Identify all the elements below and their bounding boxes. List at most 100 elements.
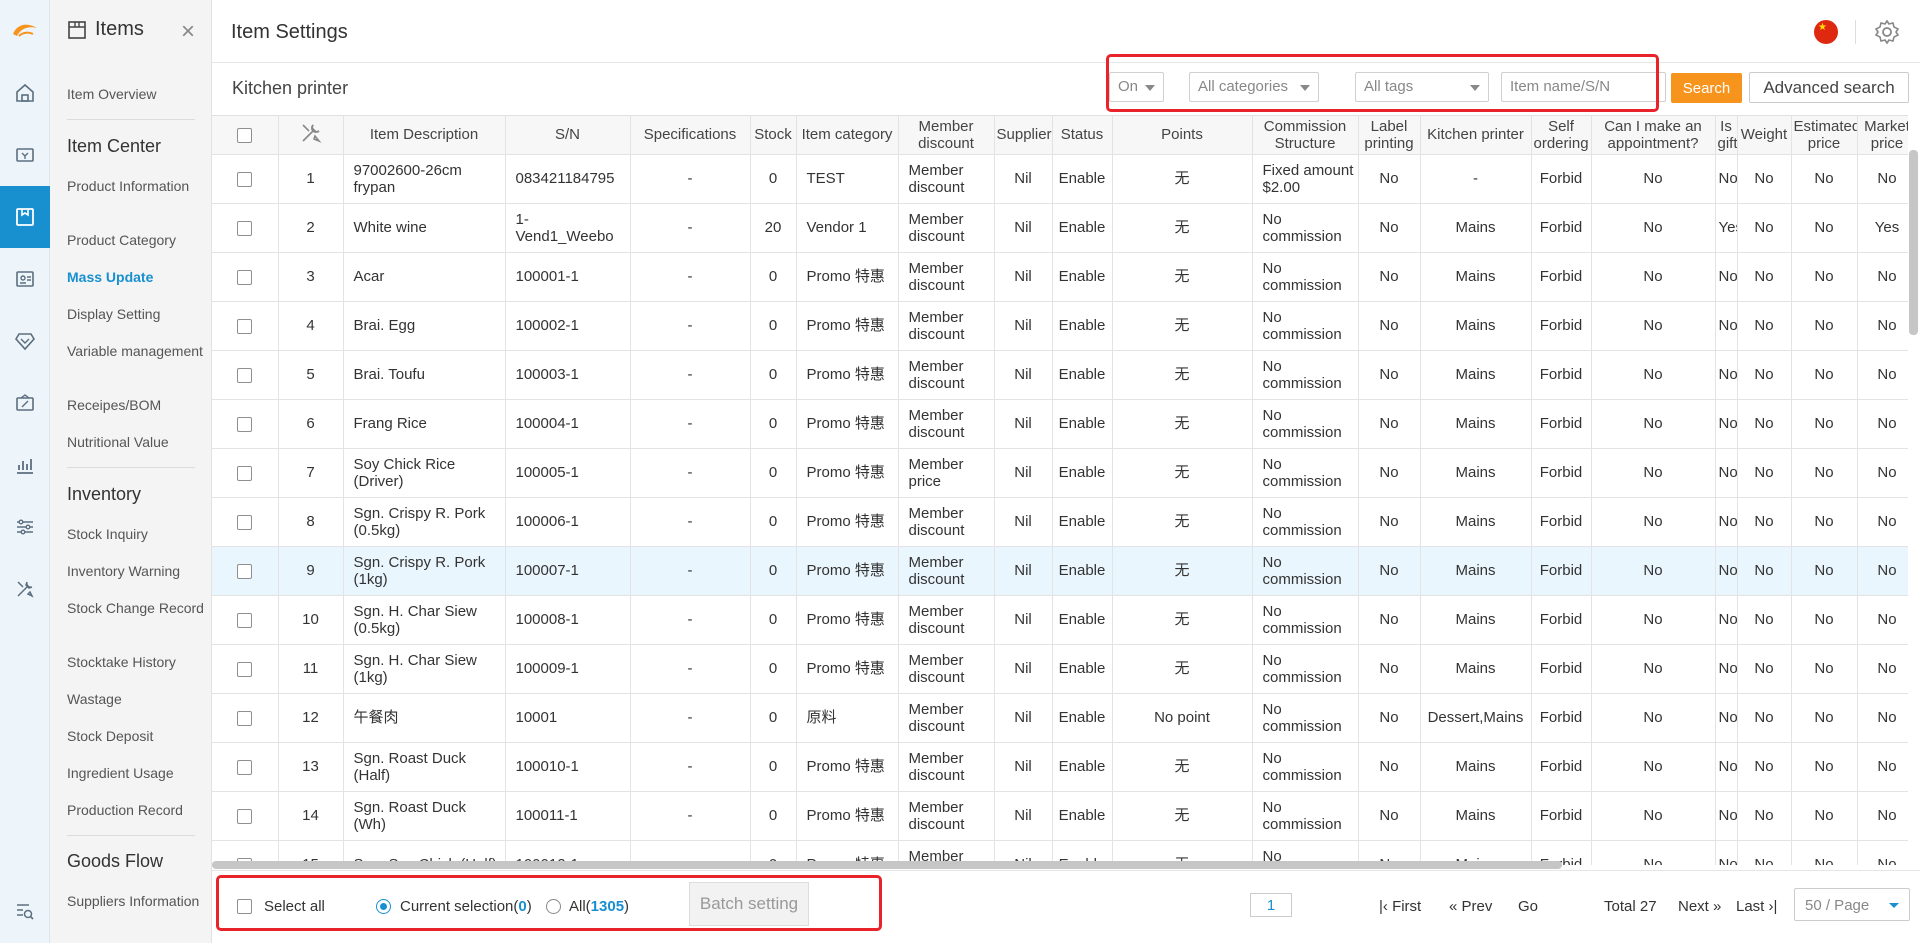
wrench-icon[interactable] bbox=[300, 122, 322, 144]
report-chart-icon[interactable] bbox=[0, 434, 50, 496]
divider bbox=[67, 119, 195, 120]
table-row[interactable]: 8 Sgn. Crispy R. Pork (0.5kg) 100006-1-0 Pr… bbox=[212, 497, 1908, 547]
table-row[interactable]: 7 Soy Chick Rice (Driver) 100005-1-0 Promo … bbox=[212, 448, 1908, 498]
table-cell: 100002-1 bbox=[505, 301, 631, 351]
table-row[interactable]: 13 Sgn. Roast Duck (Half) 100010-1-0 Promo … bbox=[212, 742, 1908, 792]
app-logo-icon[interactable] bbox=[0, 0, 50, 62]
row-checkbox[interactable] bbox=[237, 661, 253, 677]
nav-item-mass-update[interactable]: Mass Update bbox=[67, 269, 207, 286]
nav-item-stock-inquiry[interactable]: Stock Inquiry bbox=[67, 526, 207, 543]
items-icon[interactable] bbox=[0, 186, 50, 248]
status-select[interactable]: On bbox=[1109, 72, 1164, 102]
nav-item-stock-change-record[interactable]: Stock Change Record bbox=[67, 600, 207, 617]
vertical-scrollbar[interactable] bbox=[1909, 150, 1918, 335]
sliders-icon[interactable] bbox=[0, 496, 50, 558]
row-checkbox[interactable] bbox=[237, 563, 253, 579]
table-row[interactable]: 4 Brai. Egg 100002-1-0 Promo 特惠 Member disco… bbox=[212, 301, 1908, 351]
page-number-input[interactable]: 1 bbox=[1250, 893, 1292, 917]
table-cell: No bbox=[1591, 644, 1716, 694]
nav-item-stock-deposit[interactable]: Stock Deposit bbox=[67, 728, 207, 745]
table-cell: No point bbox=[1112, 693, 1253, 743]
category-select[interactable]: All categories bbox=[1189, 72, 1319, 102]
cashier-icon[interactable] bbox=[0, 124, 50, 186]
table-cell: 100005-1 bbox=[505, 448, 631, 498]
tools-icon[interactable] bbox=[0, 558, 50, 620]
prev-page-link[interactable]: « Prev bbox=[1449, 898, 1492, 916]
nav-item-display-setting[interactable]: Display Setting bbox=[67, 306, 207, 323]
table-row[interactable]: 5 Brai. Toufu 100003-1-0 Promo 特惠 Member dis… bbox=[212, 350, 1908, 400]
nav-item-wastage[interactable]: Wastage bbox=[67, 691, 207, 708]
row-checkbox[interactable] bbox=[237, 710, 253, 726]
header-checkbox[interactable] bbox=[237, 127, 253, 143]
table-row[interactable]: 2 White wine 1-Vend1_Weebo -20 Vendor 1 Membe… bbox=[212, 203, 1908, 253]
select-all-checkbox[interactable] bbox=[237, 899, 252, 914]
nav-item-inventory-warning[interactable]: Inventory Warning bbox=[67, 563, 207, 580]
current-selection-radio[interactable] bbox=[376, 899, 391, 914]
first-page-link[interactable]: |‹ First bbox=[1379, 898, 1421, 916]
table-row[interactable]: 11 Sgn. H. Char Siew (1kg) 100009-1-0 Promo… bbox=[212, 644, 1908, 694]
nav-item-product-information[interactable]: Product Information bbox=[67, 178, 207, 195]
last-page-link[interactable]: Last ›| bbox=[1736, 898, 1777, 916]
table-cell: 0 bbox=[750, 595, 797, 645]
nav-item-ingredient-usage[interactable]: Ingredient Usage bbox=[67, 765, 207, 782]
row-checkbox[interactable] bbox=[237, 171, 253, 187]
nav-item-suppliers-information[interactable]: Suppliers Information bbox=[67, 893, 207, 910]
nav-item-production-record[interactable]: Production Record bbox=[67, 802, 207, 819]
table-cell: Sgn. H. Char Siew (1kg) bbox=[343, 644, 506, 694]
row-checkbox[interactable] bbox=[237, 367, 253, 383]
home-icon[interactable] bbox=[0, 62, 50, 124]
table-cell: Member discount bbox=[898, 399, 995, 449]
close-icon[interactable]: × bbox=[181, 20, 195, 44]
table-row[interactable]: 9 Sgn. Crispy R. Pork (1kg) 100007-1-0 Prom… bbox=[212, 546, 1908, 596]
table-cell: 10001 bbox=[505, 693, 631, 743]
row-checkbox[interactable] bbox=[237, 465, 253, 481]
batch-setting-button[interactable]: Batch setting bbox=[689, 882, 809, 926]
china-flag-icon[interactable]: ★ bbox=[1814, 20, 1838, 44]
tags-select[interactable]: All tags bbox=[1355, 72, 1489, 102]
row-checkbox[interactable] bbox=[237, 269, 253, 285]
select-all-label[interactable]: Select all bbox=[264, 898, 325, 916]
gear-icon[interactable] bbox=[1874, 19, 1900, 45]
search-button[interactable]: Search bbox=[1671, 73, 1742, 103]
diamond-icon[interactable] bbox=[0, 310, 50, 372]
table-row[interactable]: 14 Sgn. Roast Duck (Wh) 100011-1-0 Promo 特惠… bbox=[212, 791, 1908, 841]
nav-item-nutritional-value[interactable]: Nutritional Value bbox=[67, 434, 207, 451]
all-label[interactable]: All(1305) bbox=[569, 898, 629, 916]
status-select-value: On bbox=[1118, 78, 1139, 95]
table-row[interactable]: 10 Sgn. H. Char Siew (0.5kg) 100008-1-0 Pro… bbox=[212, 595, 1908, 645]
row-checkbox[interactable] bbox=[237, 612, 253, 628]
nav-item-receipes-bom[interactable]: Receipes/BOM bbox=[67, 397, 207, 414]
nav-item-overview[interactable]: Item Overview bbox=[67, 86, 207, 103]
current-selection-label[interactable]: Current selection(0) bbox=[400, 898, 532, 916]
nav-item-product-category[interactable]: Product Category bbox=[67, 232, 207, 249]
row-checkbox[interactable] bbox=[237, 220, 253, 236]
member-card-icon[interactable] bbox=[0, 248, 50, 310]
horizontal-scrollbar[interactable] bbox=[212, 861, 1562, 869]
table-cell: Enable bbox=[1052, 399, 1113, 449]
promotion-icon[interactable] bbox=[0, 372, 50, 434]
table-cell: 0 bbox=[750, 546, 797, 596]
column-header: Status bbox=[1052, 116, 1113, 155]
row-checkbox[interactable] bbox=[237, 318, 253, 334]
table-cell: - bbox=[630, 350, 751, 400]
search-list-icon[interactable] bbox=[0, 880, 50, 942]
per-page-select[interactable]: 50 / Page bbox=[1794, 888, 1910, 921]
column-header: Points bbox=[1112, 116, 1253, 155]
search-input[interactable]: Item name/S/N bbox=[1501, 72, 1666, 102]
table-row[interactable]: 1 97002600-26cm frypan 083421184795-0 TEST M… bbox=[212, 154, 1908, 204]
table-row[interactable]: 6 Frang Rice 100004-1-0 Promo 特惠 Member disc… bbox=[212, 399, 1908, 449]
row-checkbox[interactable] bbox=[237, 514, 253, 530]
all-radio[interactable] bbox=[546, 899, 561, 914]
row-checkbox[interactable] bbox=[237, 808, 253, 824]
table-cell: - bbox=[630, 644, 751, 694]
table-row[interactable]: 12 午餐肉 10001-0 原料 Member discount Nil Enable No… bbox=[212, 693, 1908, 743]
row-checkbox[interactable] bbox=[237, 759, 253, 775]
nav-item-variable-management[interactable]: Variable management bbox=[67, 343, 207, 360]
all-count: 1305 bbox=[590, 898, 625, 915]
next-page-link[interactable]: Next » bbox=[1678, 898, 1721, 916]
nav-item-stocktake-history[interactable]: Stocktake History bbox=[67, 654, 207, 671]
advanced-search-button[interactable]: Advanced search bbox=[1749, 72, 1909, 103]
table-row[interactable]: 3 Acar 100001-1-0 Promo 特惠 Member discount Ni… bbox=[212, 252, 1908, 302]
row-checkbox[interactable] bbox=[237, 416, 253, 432]
table-cell: Enable bbox=[1052, 350, 1113, 400]
